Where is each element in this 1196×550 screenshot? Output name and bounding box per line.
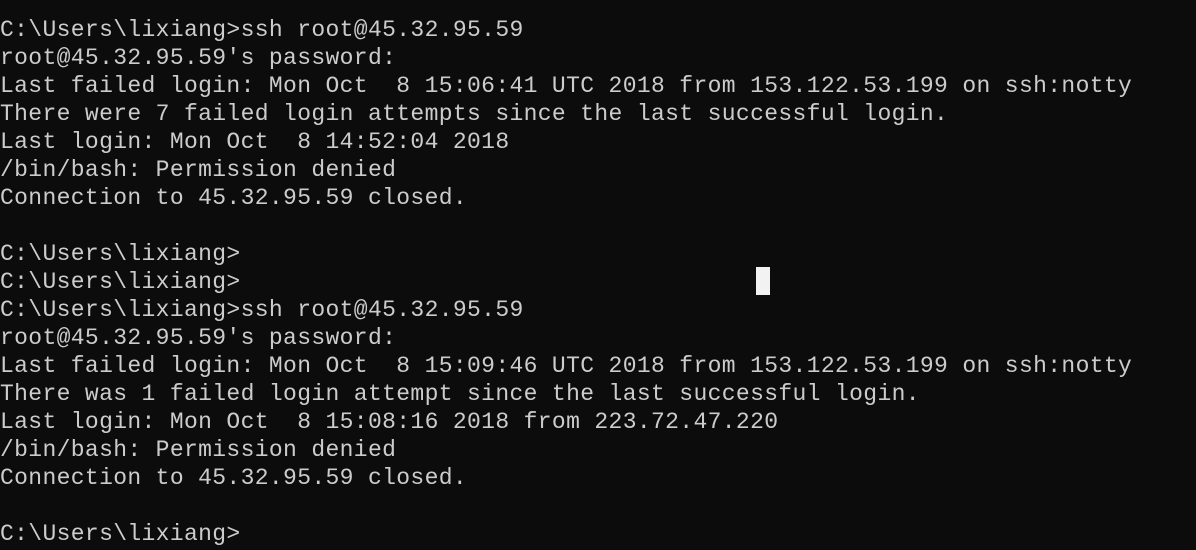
terminal-line-9: C:\Users\lixiang>: [0, 241, 241, 267]
terminal-line-3: Last failed login: Mon Oct 8 15:06:41 UT…: [0, 73, 1133, 99]
terminal-line-18: [0, 492, 1196, 520]
terminal-line-7: Connection to 45.32.95.59 closed.: [0, 185, 468, 211]
terminal-line-4: There were 7 failed login attempts since…: [0, 101, 949, 127]
terminal-line-1: C:\Users\lixiang>ssh root@45.32.95.59: [0, 17, 524, 43]
terminal-line-2: root@45.32.95.59's password:: [0, 45, 397, 71]
terminal-line-5: Last login: Mon Oct 8 14:52:04 2018: [0, 129, 510, 155]
terminal-line-14: There was 1 failed login attempt since t…: [0, 381, 920, 407]
terminal-line-16: /bin/bash: Permission denied: [0, 437, 397, 463]
terminal-window[interactable]: C:\Users\lixiang>ssh root@45.32.95.59 ro…: [0, 0, 1196, 550]
terminal-line-6: /bin/bash: Permission denied: [0, 157, 397, 183]
terminal-line-10: C:\Users\lixiang>: [0, 269, 241, 295]
terminal-line-11: C:\Users\lixiang>ssh root@45.32.95.59: [0, 297, 524, 323]
text-cursor: [756, 267, 770, 295]
terminal-prompt-line[interactable]: C:\Users\lixiang>: [0, 520, 1196, 548]
terminal-line-15: Last login: Mon Oct 8 15:08:16 2018 from…: [0, 409, 779, 435]
terminal-line-12: root@45.32.95.59's password:: [0, 325, 397, 351]
terminal-line-13: Last failed login: Mon Oct 8 15:09:46 UT…: [0, 353, 1133, 379]
terminal-line-17: Connection to 45.32.95.59 closed.: [0, 465, 468, 491]
terminal-line-8: [0, 212, 1196, 240]
